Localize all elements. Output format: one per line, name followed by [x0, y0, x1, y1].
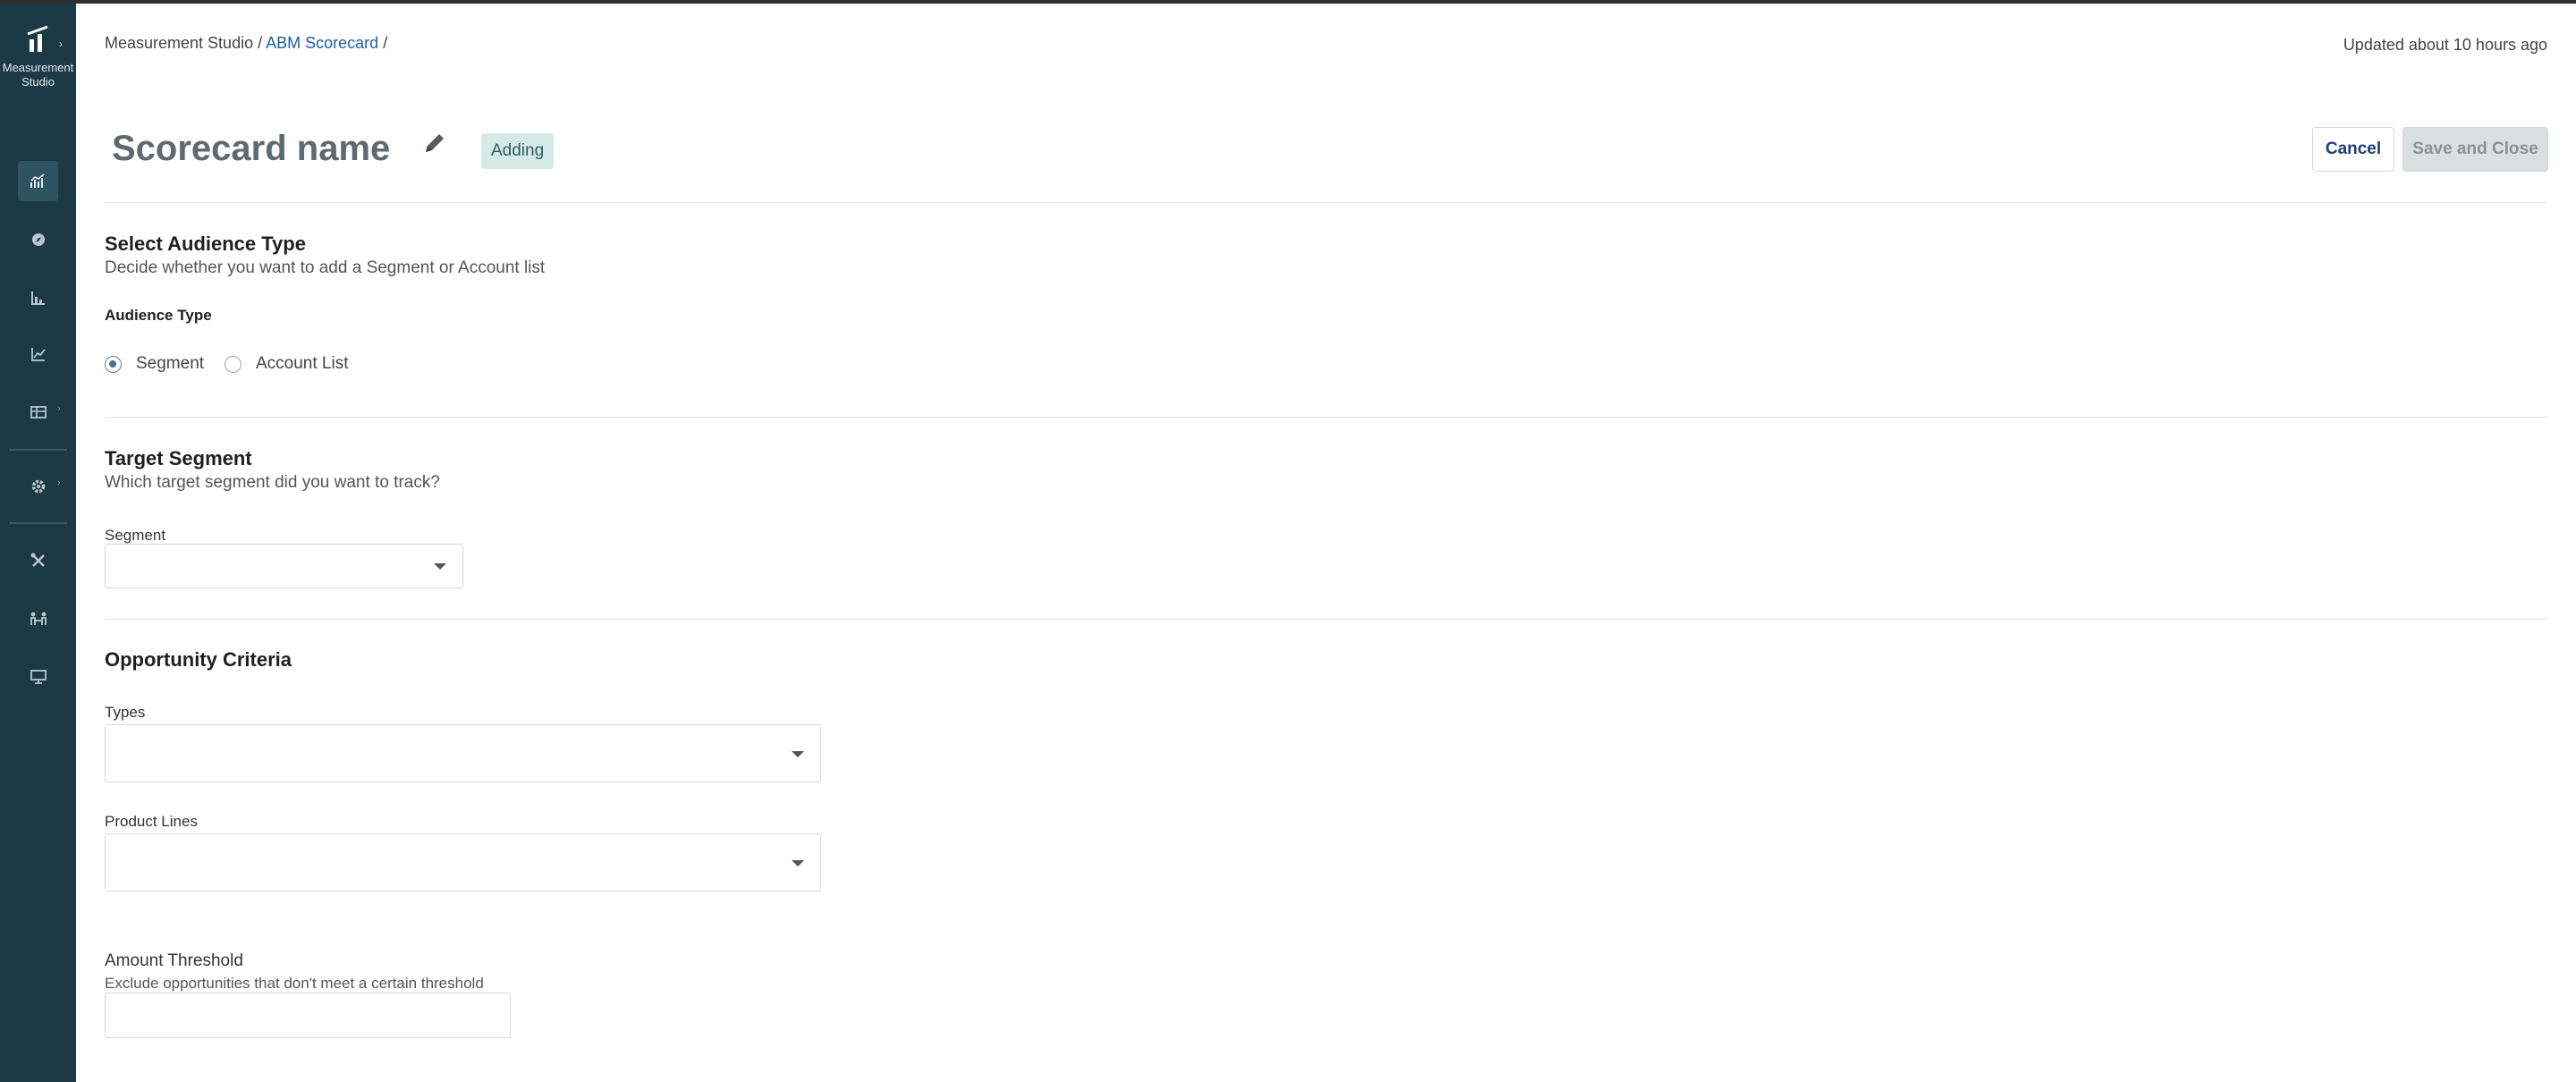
- section-divider: [105, 619, 2547, 620]
- caret-down-icon: [434, 563, 446, 570]
- radio-account-list[interactable]: Account List: [225, 354, 349, 374]
- breadcrumb-separator: /: [258, 34, 263, 52]
- bar-chart-icon: [30, 291, 45, 305]
- radio-indicator[interactable]: [105, 355, 122, 373]
- types-field-label: Types: [105, 704, 146, 721]
- sidebar-item-line-chart[interactable]: [18, 334, 58, 374]
- sidebar-item-presentation[interactable]: [18, 656, 58, 697]
- radio-segment[interactable]: Segment: [105, 354, 204, 374]
- sidebar-item-tools[interactable]: [18, 540, 58, 580]
- amount-threshold-label: Amount Threshold: [105, 951, 243, 970]
- sidebar-item-connections[interactable]: [18, 598, 58, 638]
- breadcrumb-link-abm-scorecard[interactable]: ABM Scorecard: [266, 34, 378, 52]
- brand-label-line1: Measurement: [2, 61, 74, 74]
- radio-label-account-list: Account List: [256, 354, 349, 373]
- radio-indicator[interactable]: [225, 355, 242, 373]
- pencil-edit-icon[interactable]: [420, 129, 449, 157]
- sidebar-item-settings[interactable]: ›: [18, 466, 61, 506]
- section-divider: [105, 202, 2547, 203]
- main-content: Measurement Studio / ABM Scorecard / Upd…: [76, 4, 2576, 1082]
- gear-icon: [31, 479, 45, 493]
- section-heading-audience: Select Audience Type: [105, 232, 306, 255]
- product-lines-select[interactable]: [105, 833, 821, 892]
- brand-label-line2: Studio: [21, 75, 55, 89]
- people-connect-icon: [30, 612, 47, 625]
- segment-field-label: Segment: [105, 527, 166, 544]
- section-divider: [105, 417, 2547, 418]
- scorecard-title[interactable]: Scorecard name: [112, 129, 390, 169]
- brand-logo[interactable]: › Measurement Studio: [0, 21, 76, 89]
- section-description-audience: Decide whether you want to add a Segment…: [105, 258, 546, 277]
- table-icon: [30, 405, 47, 418]
- sidebar: › Measurement Studio › ›: [0, 4, 76, 1082]
- tools-icon: [30, 553, 45, 567]
- audience-type-label: Audience Type: [105, 307, 212, 324]
- status-badge: Adding: [481, 133, 555, 169]
- chevron-right-icon: ›: [57, 403, 61, 414]
- brand-chevron-right-icon: ›: [59, 38, 63, 50]
- sidebar-divider: [9, 522, 67, 524]
- sidebar-item-table[interactable]: ›: [18, 392, 61, 432]
- cancel-button[interactable]: Cancel: [2312, 127, 2394, 172]
- sidebar-item-discover[interactable]: [18, 219, 58, 259]
- line-chart-icon: [30, 347, 46, 361]
- sidebar-item-bar-chart[interactable]: [18, 277, 58, 317]
- presentation-icon: [30, 669, 47, 684]
- radio-label-segment: Segment: [136, 354, 205, 373]
- save-and-close-button[interactable]: Save and Close: [2402, 127, 2548, 172]
- types-select[interactable]: [105, 724, 821, 782]
- chevron-right-icon: ›: [57, 478, 61, 488]
- amount-threshold-hint: Exclude opportunities that don't meet a …: [105, 975, 484, 992]
- caret-down-icon: [792, 859, 804, 866]
- measurement-studio-logo-icon: [26, 25, 48, 52]
- sidebar-divider: [9, 449, 67, 451]
- amount-threshold-input[interactable]: [105, 993, 511, 1038]
- compass-icon: [31, 232, 45, 246]
- analytics-chart-icon: [30, 173, 45, 188]
- segment-select[interactable]: [105, 544, 463, 588]
- breadcrumb-root[interactable]: Measurement Studio: [105, 34, 253, 52]
- last-updated-text: Updated about 10 hours ago: [2343, 36, 2547, 54]
- section-heading-opportunity-criteria: Opportunity Criteria: [105, 648, 292, 671]
- section-heading-target-segment: Target Segment: [105, 447, 252, 469]
- sidebar-item-analytics[interactable]: [18, 161, 58, 201]
- product-lines-field-label: Product Lines: [105, 813, 198, 830]
- breadcrumb-separator: /: [383, 34, 388, 52]
- breadcrumb: Measurement Studio / ABM Scorecard /: [105, 34, 387, 53]
- caret-down-icon: [792, 750, 804, 757]
- section-description-target-segment: Which target segment did you want to tra…: [105, 473, 440, 492]
